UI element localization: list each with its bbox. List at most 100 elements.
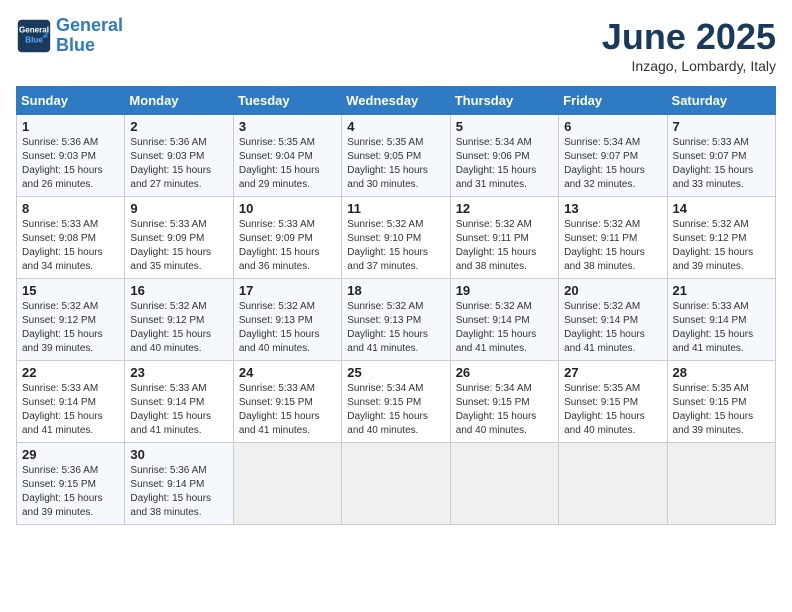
weekday-header-monday: Monday [125, 87, 233, 115]
weekday-header-wednesday: Wednesday [342, 87, 450, 115]
day-number: 6 [564, 119, 661, 134]
calendar-cell: 23 Sunrise: 5:33 AM Sunset: 9:14 PM Dayl… [125, 361, 233, 443]
calendar-cell: 29 Sunrise: 5:36 AM Sunset: 9:15 PM Dayl… [17, 443, 125, 525]
calendar-cell: 21 Sunrise: 5:33 AM Sunset: 9:14 PM Dayl… [667, 279, 775, 361]
day-number: 27 [564, 365, 661, 380]
svg-text:Blue: Blue [25, 35, 43, 44]
calendar-cell: 24 Sunrise: 5:33 AM Sunset: 9:15 PM Dayl… [233, 361, 341, 443]
month-title: June 2025 [602, 16, 776, 58]
day-info: Sunrise: 5:33 AM Sunset: 9:14 PM Dayligh… [22, 382, 119, 438]
calendar-cell [450, 443, 558, 525]
day-number: 16 [130, 283, 227, 298]
page-header: General Blue GeneralBlue June 2025 Inzag… [16, 16, 776, 74]
day-info: Sunrise: 5:34 AM Sunset: 9:15 PM Dayligh… [347, 382, 444, 438]
calendar-cell: 15 Sunrise: 5:32 AM Sunset: 9:12 PM Dayl… [17, 279, 125, 361]
calendar-cell: 28 Sunrise: 5:35 AM Sunset: 9:15 PM Dayl… [667, 361, 775, 443]
calendar-cell [342, 443, 450, 525]
calendar-week-row: 29 Sunrise: 5:36 AM Sunset: 9:15 PM Dayl… [17, 443, 776, 525]
day-number: 14 [673, 201, 770, 216]
day-number: 19 [456, 283, 553, 298]
calendar-cell: 5 Sunrise: 5:34 AM Sunset: 9:06 PM Dayli… [450, 115, 558, 197]
calendar-cell: 26 Sunrise: 5:34 AM Sunset: 9:15 PM Dayl… [450, 361, 558, 443]
weekday-header-friday: Friday [559, 87, 667, 115]
day-number: 24 [239, 365, 336, 380]
weekday-header-tuesday: Tuesday [233, 87, 341, 115]
calendar-cell: 22 Sunrise: 5:33 AM Sunset: 9:14 PM Dayl… [17, 361, 125, 443]
day-info: Sunrise: 5:35 AM Sunset: 9:15 PM Dayligh… [564, 382, 661, 438]
day-number: 13 [564, 201, 661, 216]
calendar-cell: 11 Sunrise: 5:32 AM Sunset: 9:10 PM Dayl… [342, 197, 450, 279]
location: Inzago, Lombardy, Italy [602, 58, 776, 74]
day-info: Sunrise: 5:32 AM Sunset: 9:13 PM Dayligh… [347, 300, 444, 356]
day-info: Sunrise: 5:32 AM Sunset: 9:12 PM Dayligh… [673, 218, 770, 274]
day-info: Sunrise: 5:36 AM Sunset: 9:14 PM Dayligh… [130, 464, 227, 520]
calendar-table: SundayMondayTuesdayWednesdayThursdayFrid… [16, 86, 776, 525]
day-info: Sunrise: 5:36 AM Sunset: 9:03 PM Dayligh… [130, 136, 227, 192]
day-info: Sunrise: 5:33 AM Sunset: 9:14 PM Dayligh… [130, 382, 227, 438]
day-info: Sunrise: 5:36 AM Sunset: 9:15 PM Dayligh… [22, 464, 119, 520]
day-info: Sunrise: 5:34 AM Sunset: 9:15 PM Dayligh… [456, 382, 553, 438]
day-info: Sunrise: 5:33 AM Sunset: 9:14 PM Dayligh… [673, 300, 770, 356]
day-info: Sunrise: 5:32 AM Sunset: 9:14 PM Dayligh… [564, 300, 661, 356]
day-info: Sunrise: 5:32 AM Sunset: 9:13 PM Dayligh… [239, 300, 336, 356]
day-number: 28 [673, 365, 770, 380]
day-number: 9 [130, 201, 227, 216]
day-number: 30 [130, 447, 227, 462]
day-number: 7 [673, 119, 770, 134]
day-info: Sunrise: 5:35 AM Sunset: 9:04 PM Dayligh… [239, 136, 336, 192]
day-number: 25 [347, 365, 444, 380]
day-info: Sunrise: 5:32 AM Sunset: 9:11 PM Dayligh… [564, 218, 661, 274]
calendar-cell: 14 Sunrise: 5:32 AM Sunset: 9:12 PM Dayl… [667, 197, 775, 279]
day-number: 2 [130, 119, 227, 134]
calendar-cell: 25 Sunrise: 5:34 AM Sunset: 9:15 PM Dayl… [342, 361, 450, 443]
day-number: 17 [239, 283, 336, 298]
weekday-header-saturday: Saturday [667, 87, 775, 115]
day-number: 3 [239, 119, 336, 134]
day-info: Sunrise: 5:33 AM Sunset: 9:15 PM Dayligh… [239, 382, 336, 438]
logo-icon: General Blue [16, 18, 52, 54]
calendar-cell: 3 Sunrise: 5:35 AM Sunset: 9:04 PM Dayli… [233, 115, 341, 197]
calendar-cell: 19 Sunrise: 5:32 AM Sunset: 9:14 PM Dayl… [450, 279, 558, 361]
calendar-cell: 2 Sunrise: 5:36 AM Sunset: 9:03 PM Dayli… [125, 115, 233, 197]
calendar-cell: 9 Sunrise: 5:33 AM Sunset: 9:09 PM Dayli… [125, 197, 233, 279]
day-number: 8 [22, 201, 119, 216]
logo: General Blue GeneralBlue [16, 16, 123, 56]
day-number: 18 [347, 283, 444, 298]
day-number: 12 [456, 201, 553, 216]
day-info: Sunrise: 5:32 AM Sunset: 9:11 PM Dayligh… [456, 218, 553, 274]
day-info: Sunrise: 5:32 AM Sunset: 9:12 PM Dayligh… [130, 300, 227, 356]
weekday-header-row: SundayMondayTuesdayWednesdayThursdayFrid… [17, 87, 776, 115]
day-info: Sunrise: 5:36 AM Sunset: 9:03 PM Dayligh… [22, 136, 119, 192]
day-number: 20 [564, 283, 661, 298]
calendar-week-row: 8 Sunrise: 5:33 AM Sunset: 9:08 PM Dayli… [17, 197, 776, 279]
day-info: Sunrise: 5:32 AM Sunset: 9:12 PM Dayligh… [22, 300, 119, 356]
day-info: Sunrise: 5:32 AM Sunset: 9:14 PM Dayligh… [456, 300, 553, 356]
weekday-header-sunday: Sunday [17, 87, 125, 115]
day-number: 5 [456, 119, 553, 134]
calendar-cell: 4 Sunrise: 5:35 AM Sunset: 9:05 PM Dayli… [342, 115, 450, 197]
day-info: Sunrise: 5:34 AM Sunset: 9:06 PM Dayligh… [456, 136, 553, 192]
calendar-cell: 18 Sunrise: 5:32 AM Sunset: 9:13 PM Dayl… [342, 279, 450, 361]
day-info: Sunrise: 5:33 AM Sunset: 9:09 PM Dayligh… [239, 218, 336, 274]
calendar-cell: 20 Sunrise: 5:32 AM Sunset: 9:14 PM Dayl… [559, 279, 667, 361]
title-area: June 2025 Inzago, Lombardy, Italy [602, 16, 776, 74]
calendar-cell: 13 Sunrise: 5:32 AM Sunset: 9:11 PM Dayl… [559, 197, 667, 279]
calendar-week-row: 1 Sunrise: 5:36 AM Sunset: 9:03 PM Dayli… [17, 115, 776, 197]
calendar-cell: 30 Sunrise: 5:36 AM Sunset: 9:14 PM Dayl… [125, 443, 233, 525]
calendar-cell: 6 Sunrise: 5:34 AM Sunset: 9:07 PM Dayli… [559, 115, 667, 197]
calendar-cell: 16 Sunrise: 5:32 AM Sunset: 9:12 PM Dayl… [125, 279, 233, 361]
weekday-header-thursday: Thursday [450, 87, 558, 115]
logo-text: GeneralBlue [56, 16, 123, 56]
calendar-cell: 8 Sunrise: 5:33 AM Sunset: 9:08 PM Dayli… [17, 197, 125, 279]
day-number: 23 [130, 365, 227, 380]
svg-text:General: General [19, 25, 49, 34]
day-number: 21 [673, 283, 770, 298]
day-number: 22 [22, 365, 119, 380]
calendar-week-row: 15 Sunrise: 5:32 AM Sunset: 9:12 PM Dayl… [17, 279, 776, 361]
day-number: 11 [347, 201, 444, 216]
calendar-cell: 27 Sunrise: 5:35 AM Sunset: 9:15 PM Dayl… [559, 361, 667, 443]
day-number: 4 [347, 119, 444, 134]
day-info: Sunrise: 5:34 AM Sunset: 9:07 PM Dayligh… [564, 136, 661, 192]
calendar-cell: 10 Sunrise: 5:33 AM Sunset: 9:09 PM Dayl… [233, 197, 341, 279]
calendar-cell [233, 443, 341, 525]
